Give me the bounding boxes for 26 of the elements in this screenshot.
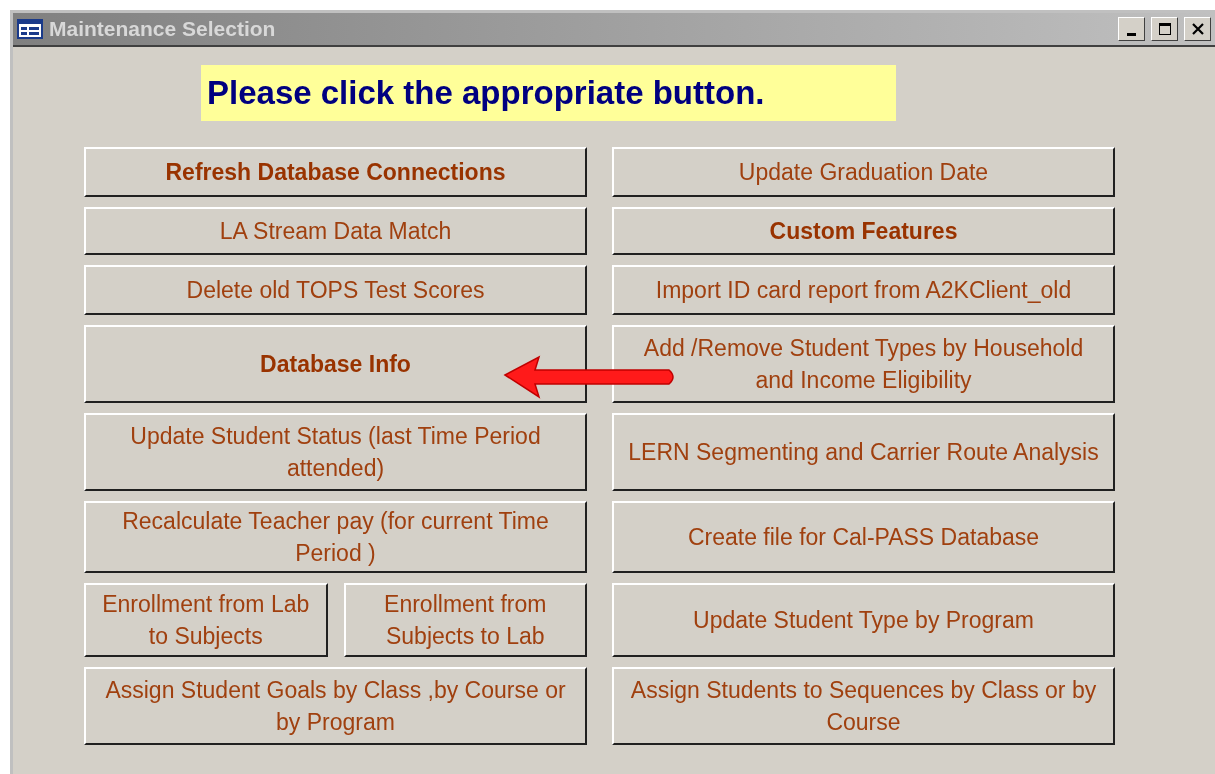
menu-button[interactable]: Update Graduation Date — [612, 147, 1115, 197]
menu-button[interactable]: Update Student Status (last Time Period attended) — [84, 413, 587, 491]
menu-button[interactable]: LA Stream Data Match — [84, 207, 587, 255]
minimize-icon — [1127, 32, 1136, 36]
close-button[interactable] — [1184, 17, 1211, 41]
menu-button[interactable]: Assign Student Goals by Class ,by Course or by Program — [84, 667, 587, 745]
menu-button[interactable]: Delete old TOPS Test Scores — [84, 265, 587, 315]
instruction-banner: Please click the appropriate button. — [201, 65, 896, 121]
menu-button[interactable]: Recalculate Teacher pay (for current Time Period ) — [84, 501, 587, 573]
menu-button[interactable]: Update Student Type by Program — [612, 583, 1115, 657]
menu-button[interactable]: Refresh Database Connections — [84, 147, 587, 197]
menu-button[interactable]: Custom Features — [612, 207, 1115, 255]
menu-button[interactable]: Enrollment from Subjects to Lab — [343, 583, 587, 657]
close-icon — [1190, 22, 1205, 36]
menu-button[interactable]: Assign Students to Sequences by Class or by Course — [612, 667, 1115, 745]
menu-button[interactable]: LERN Segmenting and Carrier Route Analysis — [612, 413, 1115, 491]
minimize-button[interactable] — [1118, 17, 1145, 41]
maximize-button[interactable] — [1151, 17, 1178, 41]
maximize-icon — [1157, 22, 1172, 36]
menu-button[interactable]: Add /Remove Student Types by Household and Income Eligibility — [612, 325, 1115, 403]
menu-button[interactable]: Create file for Cal-PASS Database — [612, 501, 1115, 573]
menu-button[interactable]: Enrollment from Lab to Subjects — [84, 583, 328, 657]
window-title: Maintenance Selection — [49, 17, 277, 41]
menu-button[interactable]: Import ID card report from A2KClient_old — [612, 265, 1115, 315]
menu-button[interactable]: Database Info — [84, 325, 587, 403]
form-icon — [17, 19, 43, 39]
